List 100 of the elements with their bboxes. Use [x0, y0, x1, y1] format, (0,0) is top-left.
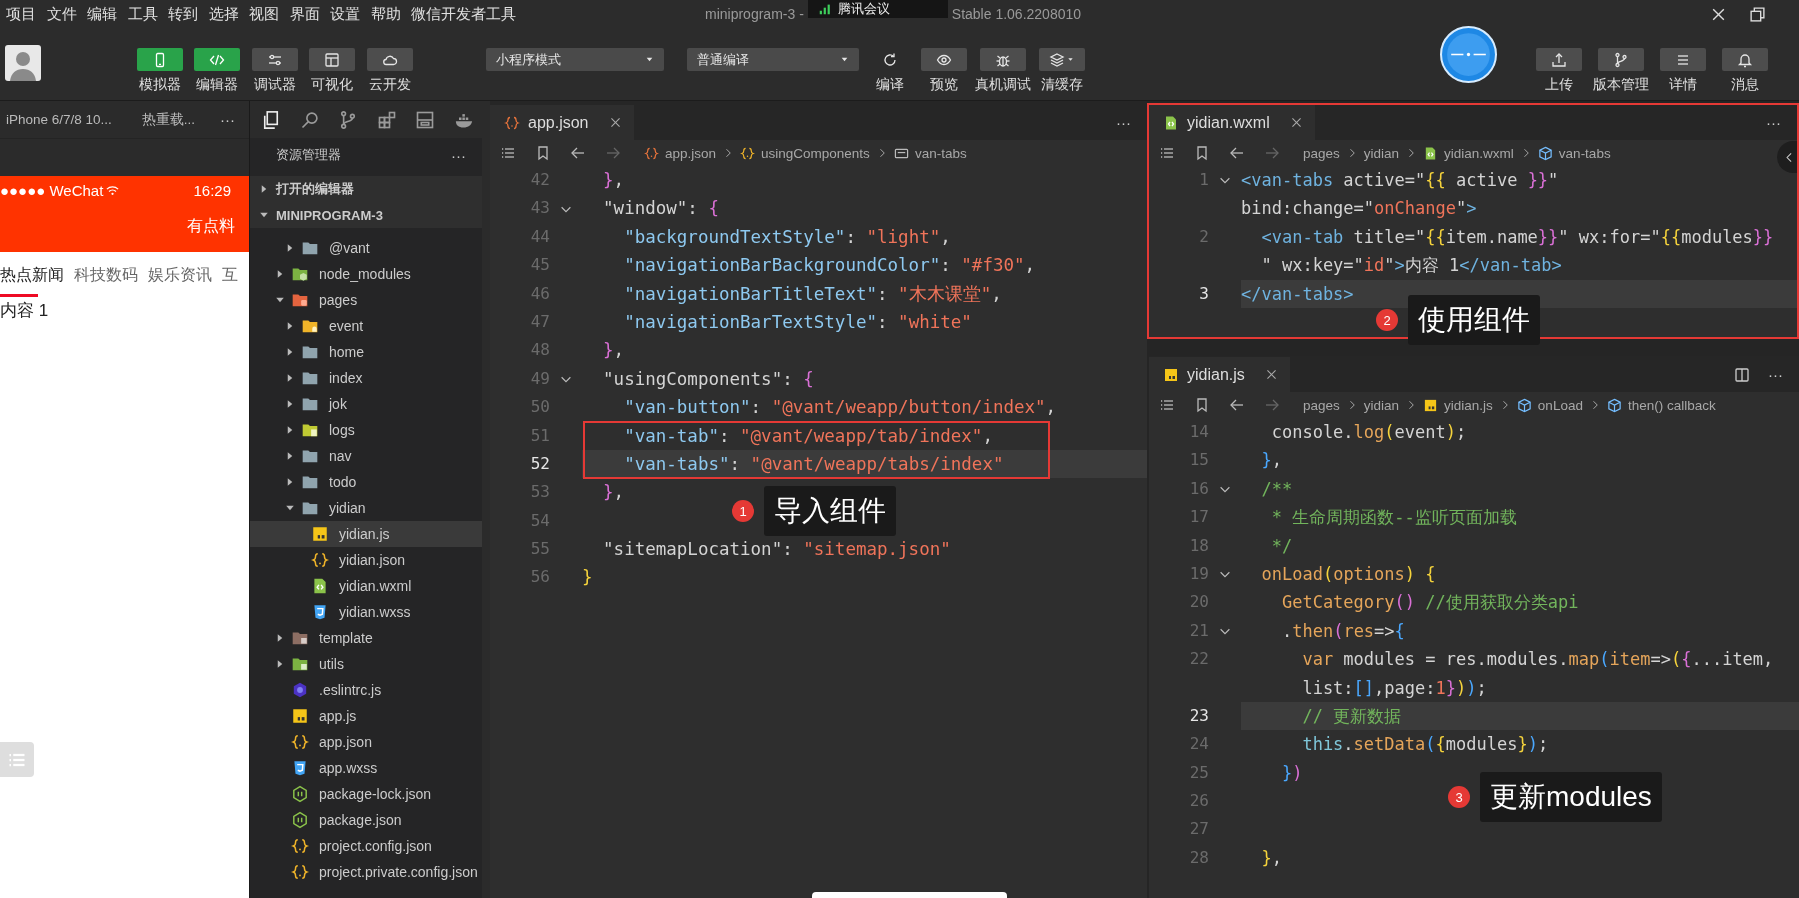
- hot-reload-selector[interactable]: 热重载...: [141, 110, 196, 129]
- toolbar-button[interactable]: [979, 48, 1026, 71]
- tree-item[interactable]: nav: [250, 443, 482, 469]
- restore-icon[interactable]: [1749, 5, 1766, 23]
- toolbar-label[interactable]: 真机调试: [974, 76, 1031, 94]
- page-tab[interactable]: 热点新闻: [0, 265, 64, 297]
- menu-item[interactable]: 界面: [289, 4, 320, 24]
- storage-icon[interactable]: [415, 109, 435, 130]
- breadcrumb-item[interactable]: usingComponents: [740, 145, 870, 161]
- toolbar-label[interactable]: 版本管理: [1592, 76, 1649, 94]
- toolbar-label[interactable]: 可视化: [311, 76, 354, 94]
- tree-item[interactable]: template: [250, 625, 482, 651]
- view-toggle-button[interactable]: [136, 48, 183, 71]
- tree-item[interactable]: event: [250, 313, 482, 339]
- breadcrumb-item[interactable]: yidian.wxml: [1423, 145, 1514, 161]
- toolbar-label[interactable]: 详情: [1668, 76, 1697, 94]
- view-toggle-button[interactable]: [366, 48, 413, 71]
- toolbar-label[interactable]: 云开发: [368, 76, 411, 94]
- tree-item[interactable]: .eslintrc.js: [250, 677, 482, 703]
- tree-item[interactable]: pages: [250, 287, 482, 313]
- toolbar-label[interactable]: 消息: [1730, 76, 1759, 94]
- more-button[interactable]: ···: [451, 146, 482, 164]
- menu-item[interactable]: 选择: [208, 4, 239, 24]
- menu-item[interactable]: 工具: [127, 4, 158, 24]
- menu-item[interactable]: 转到: [168, 4, 198, 24]
- view-toggle-button[interactable]: [309, 48, 356, 71]
- breadcrumb-item[interactable]: yidian: [1363, 397, 1400, 413]
- toolbar-button[interactable]: [1038, 48, 1085, 71]
- tree-item[interactable]: index: [250, 365, 482, 391]
- toolbar-button[interactable]: [1659, 48, 1706, 71]
- bookmark-icon[interactable]: [535, 145, 551, 161]
- menu-item[interactable]: 编辑: [87, 4, 117, 24]
- forward-arrow-icon[interactable]: [1264, 145, 1280, 161]
- menu-item[interactable]: 文件: [46, 4, 77, 24]
- close-icon[interactable]: [608, 116, 622, 129]
- toolbar-button[interactable]: [920, 48, 967, 71]
- toolbar-button[interactable]: [1535, 48, 1582, 71]
- list-icon[interactable]: [1159, 397, 1175, 413]
- toolbar-button[interactable]: [1721, 48, 1768, 71]
- page-tab[interactable]: 互: [222, 265, 238, 297]
- more-button[interactable]: ···: [1768, 366, 1799, 383]
- editor-tab[interactable]: yidian.js: [1149, 357, 1290, 392]
- meeting-indicator[interactable]: 腾讯会议: [807, 0, 948, 18]
- menu-item[interactable]: 视图: [249, 4, 279, 24]
- breadcrumb-item[interactable]: van-tabs: [893, 145, 967, 161]
- tree-item[interactable]: node_modules: [250, 261, 482, 287]
- tree-item[interactable]: yidian.js: [250, 521, 482, 547]
- editor-tab[interactable]: yidian.wxml: [1149, 105, 1315, 140]
- close-icon[interactable]: [1264, 368, 1278, 381]
- toolbar-label[interactable]: 编译: [875, 76, 904, 94]
- breadcrumb-item[interactable]: pages: [1303, 145, 1340, 161]
- back-arrow-icon[interactable]: [1229, 397, 1245, 413]
- tree-item[interactable]: app.js: [250, 703, 482, 729]
- page-tab[interactable]: 科技数码: [74, 265, 138, 297]
- device-selector[interactable]: iPhone 6/7/8 10...: [6, 112, 112, 127]
- toolbar-label[interactable]: 编辑器: [196, 76, 239, 94]
- extensions-icon[interactable]: [376, 109, 397, 130]
- section-header[interactable]: 打开的编辑器: [250, 176, 482, 202]
- back-arrow-icon[interactable]: [1229, 145, 1245, 161]
- tree-item[interactable]: yidian.wxml: [250, 573, 482, 599]
- more-button[interactable]: ···: [220, 111, 249, 128]
- tree-item[interactable]: yidian.json: [250, 547, 482, 573]
- page-tab[interactable]: 娱乐资讯: [148, 265, 212, 297]
- toolbar-label[interactable]: 模拟器: [138, 76, 181, 94]
- forward-arrow-icon[interactable]: [605, 145, 621, 161]
- tree-item[interactable]: package.json: [250, 807, 482, 833]
- tree-item[interactable]: app.wxss: [250, 755, 482, 781]
- tree-item[interactable]: jok: [250, 391, 482, 417]
- view-toggle-button[interactable]: [194, 48, 241, 71]
- search-icon[interactable]: [299, 109, 320, 130]
- tree-item[interactable]: todo: [250, 469, 482, 495]
- tree-item[interactable]: logs: [250, 417, 482, 443]
- breadcrumb-item[interactable]: pages: [1303, 397, 1340, 413]
- tree-item[interactable]: home: [250, 339, 482, 365]
- tree-item[interactable]: package-lock.json: [250, 781, 482, 807]
- menu-item[interactable]: 项目: [6, 4, 36, 24]
- menu-item[interactable]: 微信开发者工具: [411, 4, 516, 24]
- tree-item[interactable]: project.config.json: [250, 833, 482, 859]
- tree-item[interactable]: app.json: [250, 729, 482, 755]
- bookmark-icon[interactable]: [1194, 145, 1210, 161]
- breadcrumb-item[interactable]: yidian.js: [1423, 397, 1493, 413]
- tree-item[interactable]: @vant: [250, 235, 482, 261]
- files-icon[interactable]: [261, 109, 281, 130]
- view-toggle-button[interactable]: [251, 48, 298, 71]
- branch-icon[interactable]: [338, 109, 358, 130]
- close-icon[interactable]: [1289, 116, 1303, 129]
- breadcrumb-item[interactable]: yidian: [1363, 145, 1400, 161]
- back-arrow-icon[interactable]: [570, 145, 586, 161]
- tree-item[interactable]: project.private.config.json: [250, 859, 482, 885]
- tree-item[interactable]: utils: [250, 651, 482, 677]
- breadcrumb-item[interactable]: onLoad: [1516, 397, 1583, 413]
- breadcrumb-item[interactable]: app.json: [644, 145, 717, 161]
- breadcrumb-item[interactable]: then() callback: [1606, 397, 1716, 413]
- toolbar-button[interactable]: [1597, 48, 1644, 71]
- toolbar-label[interactable]: 预览: [929, 76, 958, 94]
- list-icon[interactable]: [500, 145, 516, 161]
- toolbar-label[interactable]: 调试器: [253, 76, 296, 94]
- compile-dropdown[interactable]: 普通编译: [686, 48, 859, 71]
- toolbar-label[interactable]: 上传: [1544, 76, 1573, 94]
- forward-arrow-icon[interactable]: [1264, 397, 1280, 413]
